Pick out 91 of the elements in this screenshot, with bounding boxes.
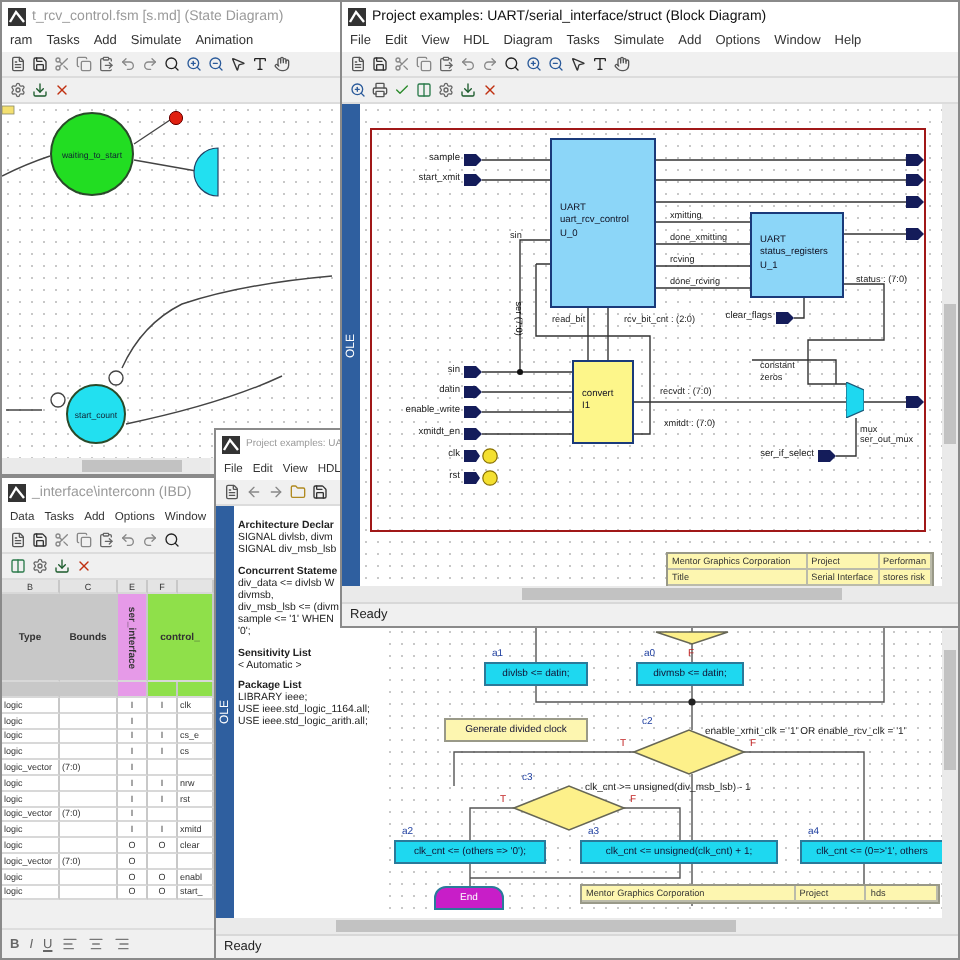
search-icon[interactable] <box>504 56 520 72</box>
redo-icon[interactable] <box>142 56 158 72</box>
horizontal-scrollbar[interactable] <box>342 586 958 602</box>
save-icon[interactable] <box>32 532 48 548</box>
zoom-in-icon[interactable] <box>526 56 542 72</box>
horizontal-scrollbar[interactable] <box>2 458 210 474</box>
text-tool-icon[interactable] <box>252 56 268 72</box>
back-arrow-icon[interactable] <box>246 484 262 500</box>
zoom-out-icon[interactable] <box>548 56 564 72</box>
settings-icon[interactable] <box>32 558 48 574</box>
close-icon[interactable] <box>76 558 92 574</box>
undo-icon[interactable] <box>120 532 136 548</box>
save-icon[interactable] <box>372 56 388 72</box>
horizontal-scrollbar[interactable] <box>216 918 958 934</box>
table-cell <box>60 822 118 839</box>
wire <box>655 221 751 223</box>
redo-icon[interactable] <box>482 56 498 72</box>
wire <box>481 179 551 181</box>
download-icon[interactable] <box>54 558 70 574</box>
download-icon[interactable] <box>32 82 48 98</box>
paste-icon[interactable] <box>98 532 114 548</box>
filter-cell[interactable] <box>148 682 178 698</box>
junction-dot <box>517 369 523 375</box>
new-file-icon[interactable] <box>350 56 366 72</box>
app-icon <box>348 7 366 25</box>
check-icon[interactable] <box>394 82 410 98</box>
wire <box>655 243 751 245</box>
hand-icon[interactable] <box>274 56 290 72</box>
copy-icon[interactable] <box>76 532 92 548</box>
cut-icon[interactable] <box>54 532 70 548</box>
search-icon[interactable] <box>164 56 180 72</box>
new-file-icon[interactable] <box>10 56 26 72</box>
forward-arrow-icon[interactable] <box>268 484 284 500</box>
columns-icon[interactable] <box>10 558 26 574</box>
global-connector-icon[interactable] <box>464 448 500 464</box>
mux-shape[interactable] <box>846 382 864 418</box>
undo-icon[interactable] <box>120 56 136 72</box>
align-left-icon[interactable] <box>62 936 79 952</box>
new-file-icon[interactable] <box>224 484 240 500</box>
save-icon[interactable] <box>32 56 48 72</box>
undo-icon[interactable] <box>460 56 476 72</box>
wire <box>863 401 907 403</box>
settings-icon[interactable] <box>10 82 26 98</box>
wire <box>843 233 907 235</box>
zoom-in-icon[interactable] <box>350 82 366 98</box>
filter-cell[interactable] <box>2 682 60 698</box>
redo-icon[interactable] <box>142 532 158 548</box>
decision-shape[interactable] <box>656 632 728 644</box>
vertical-scrollbar[interactable] <box>942 630 958 918</box>
table-cell <box>60 744 118 761</box>
app-icon <box>8 7 26 25</box>
zoom-in-icon[interactable] <box>186 56 202 72</box>
close-icon[interactable] <box>482 82 498 98</box>
folder-icon[interactable] <box>290 484 306 500</box>
global-connector-icon[interactable] <box>464 470 500 486</box>
download-icon[interactable] <box>460 82 476 98</box>
printer-icon[interactable] <box>372 82 388 98</box>
align-right-icon[interactable] <box>114 936 131 952</box>
align-center-icon[interactable] <box>88 936 105 952</box>
pointer-icon[interactable] <box>570 56 586 72</box>
port-icon[interactable] <box>818 450 836 462</box>
wire <box>655 287 751 289</box>
paste-icon[interactable] <box>438 56 454 72</box>
search-icon[interactable] <box>164 532 180 548</box>
cut-icon[interactable] <box>394 56 410 72</box>
save-icon[interactable] <box>312 484 328 500</box>
paste-icon[interactable] <box>98 56 114 72</box>
app-icon <box>8 483 26 501</box>
copy-icon[interactable] <box>76 56 92 72</box>
filter-cell[interactable] <box>118 682 148 698</box>
filter-cell[interactable] <box>60 682 118 698</box>
port-icon[interactable] <box>906 228 924 240</box>
app-icon <box>222 435 240 453</box>
columns-icon[interactable] <box>416 82 432 98</box>
decision-shape[interactable] <box>514 786 624 830</box>
wire <box>655 265 751 267</box>
close-icon[interactable] <box>54 82 70 98</box>
zoom-out-icon[interactable] <box>208 56 224 72</box>
pointer-icon[interactable] <box>230 56 246 72</box>
port-icon[interactable] <box>906 396 924 408</box>
text-tool-icon[interactable] <box>592 56 608 72</box>
hand-icon[interactable] <box>614 56 630 72</box>
wire <box>481 159 551 161</box>
filter-cell[interactable] <box>178 682 214 698</box>
settings-icon[interactable] <box>438 82 454 98</box>
port-icon[interactable] <box>776 312 794 324</box>
vertical-scrollbar[interactable] <box>942 104 958 586</box>
copy-icon[interactable] <box>416 56 432 72</box>
new-file-icon[interactable] <box>10 532 26 548</box>
cut-icon[interactable] <box>54 56 70 72</box>
wire <box>835 417 857 457</box>
